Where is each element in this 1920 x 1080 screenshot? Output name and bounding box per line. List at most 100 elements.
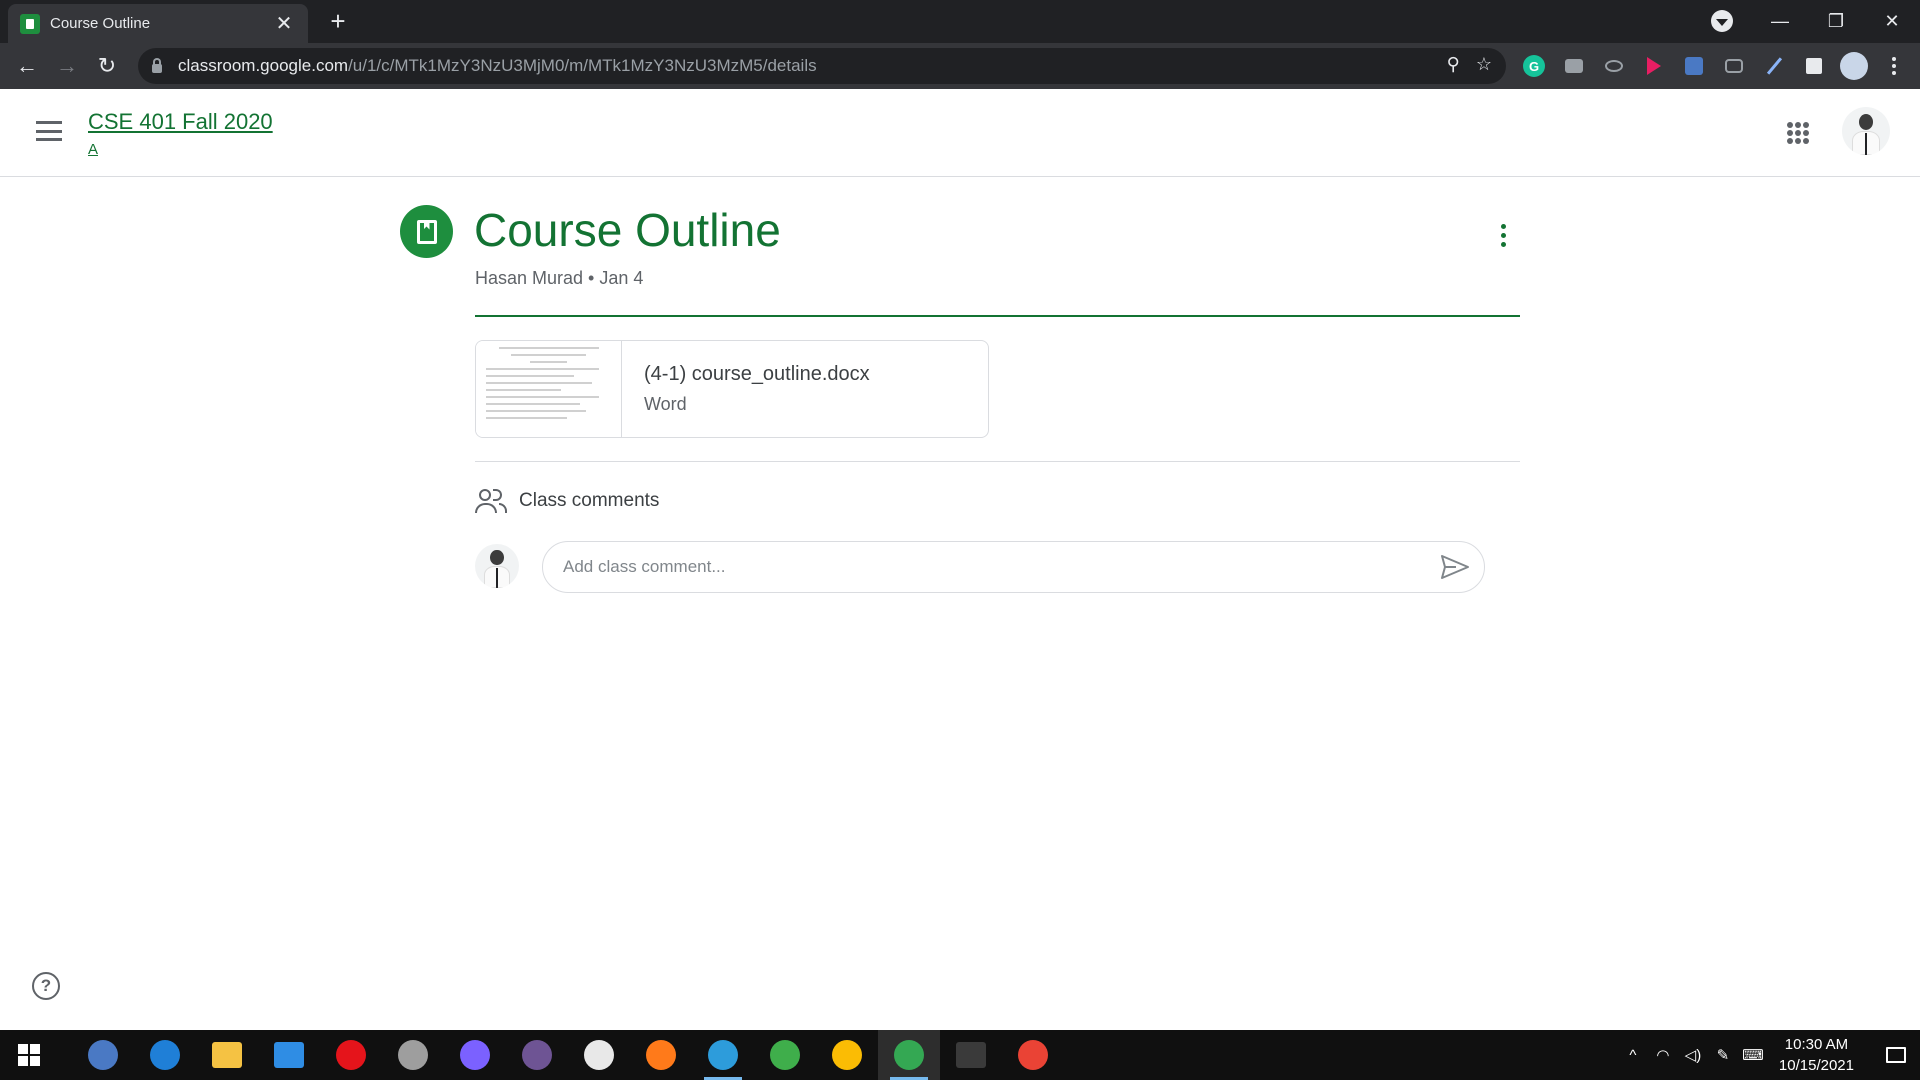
taskbar-app-chrome-1[interactable]	[816, 1030, 878, 1080]
windows-taskbar: ^ ◠ ◁) ✎ ⌨ 10:30 AM 10/15/2021	[0, 1030, 1920, 1080]
github-icon	[522, 1040, 552, 1070]
new-tab-button[interactable]: +	[322, 8, 354, 36]
tray-chevron-up-icon[interactable]: ^	[1619, 1047, 1647, 1064]
grammarly-extension-icon[interactable]: G	[1520, 52, 1548, 80]
link-extension-icon[interactable]	[1720, 52, 1748, 80]
class-comments-title: Class comments	[519, 490, 660, 511]
play-extension-icon[interactable]	[1640, 52, 1668, 80]
mail-icon	[274, 1042, 304, 1068]
taskbar-app-messenger[interactable]	[444, 1030, 506, 1080]
taskbar-app-qbittorrent[interactable]	[72, 1030, 134, 1080]
attachment-type: Word	[644, 394, 687, 414]
opera-icon	[336, 1040, 366, 1070]
comments-divider	[475, 461, 1520, 462]
vscode-icon	[708, 1040, 738, 1070]
zoom-icon[interactable]: ⚲	[1447, 54, 1460, 75]
taskbar-app-vscode[interactable]	[692, 1030, 754, 1080]
pinwheel-icon	[770, 1040, 800, 1070]
terminal-icon	[956, 1042, 986, 1068]
url-path: /u/1/c/MTk1MzY3NzU3MjM0/m/MTk1MzY3NzU3Mz…	[348, 56, 817, 75]
class-comments-header: Class comments	[475, 488, 659, 514]
attachment-card[interactable]: (4-1) course_outline.docx Word	[475, 340, 989, 438]
network-icon[interactable]: ◠	[1649, 1046, 1677, 1064]
profile-avatar-icon[interactable]	[1840, 52, 1868, 80]
taskbar-app-firefox[interactable]	[630, 1030, 692, 1080]
download-extension-icon[interactable]	[1680, 52, 1708, 80]
edge-icon	[150, 1040, 180, 1070]
bookmark-star-icon[interactable]: ☆	[1476, 54, 1492, 75]
classroom-favicon-icon	[20, 13, 40, 34]
people-icon	[475, 488, 507, 514]
taskbar-app-github[interactable]	[506, 1030, 568, 1080]
material-book-icon	[400, 205, 453, 258]
page-title: Course Outline	[474, 204, 781, 256]
taskbar-app-edge[interactable]	[134, 1030, 196, 1080]
window-controls: — ❐ ✕	[1752, 0, 1920, 43]
tab-title: Course Outline	[50, 15, 151, 32]
taskbar-app-opera[interactable]	[320, 1030, 382, 1080]
taskbar-app-chrome-3[interactable]	[1002, 1030, 1064, 1080]
system-tray: ^ ◠ ◁) ✎ ⌨ 10:30 AM 10/15/2021	[1617, 1030, 1920, 1080]
extensions-puzzle-icon[interactable]	[1800, 52, 1828, 80]
taskbar-app-satellite[interactable]	[382, 1030, 444, 1080]
paint-icon	[584, 1040, 614, 1070]
chrome-3-icon	[1018, 1040, 1048, 1070]
url-host: classroom.google.com	[178, 56, 349, 75]
attachment-name: (4-1) course_outline.docx	[644, 363, 870, 385]
browser-menu-icon[interactable]	[1880, 52, 1908, 80]
glasses-extension-icon[interactable]	[1600, 52, 1628, 80]
send-comment-icon[interactable]	[1440, 554, 1470, 580]
reload-button[interactable]: ↻	[92, 51, 122, 81]
keyboard-icon[interactable]: ⌨	[1739, 1046, 1767, 1064]
messenger-icon	[460, 1040, 490, 1070]
qbittorrent-icon	[88, 1040, 118, 1070]
chrome-2-icon	[894, 1040, 924, 1070]
post-author-date: Hasan Murad • Jan 4	[475, 268, 644, 288]
volume-icon[interactable]: ◁)	[1679, 1046, 1707, 1064]
taskbar-app-terminal[interactable]	[940, 1030, 1002, 1080]
lock-icon[interactable]	[152, 58, 162, 73]
browser-tab[interactable]: Course Outline ✕	[8, 4, 308, 43]
clock-time: 10:30 AM	[1784, 1036, 1849, 1053]
tab-search-icon[interactable]	[1711, 10, 1733, 32]
forward-button[interactable]: →	[52, 51, 82, 81]
taskbar-app-mail[interactable]	[258, 1030, 320, 1080]
class-comment-input[interactable]	[542, 541, 1485, 593]
help-icon[interactable]: ?	[32, 972, 60, 1000]
clock-date: 10/15/2021	[1778, 1057, 1854, 1074]
restore-button[interactable]: ❐	[1808, 2, 1864, 42]
class-section-link[interactable]: A	[88, 141, 98, 158]
extensions-row: G	[1520, 52, 1908, 80]
title-divider	[475, 315, 1520, 317]
firefox-icon	[646, 1040, 676, 1070]
camera-extension-icon[interactable]	[1560, 52, 1588, 80]
minimize-button[interactable]: —	[1752, 2, 1808, 42]
account-avatar[interactable]	[1842, 107, 1890, 155]
address-bar[interactable]: classroom.google.com/u/1/c/MTk1MzY3NzU3M…	[138, 48, 1506, 84]
browser-tab-strip: Course Outline ✕ + — ❐ ✕	[0, 0, 1920, 43]
chrome-1-icon	[832, 1040, 862, 1070]
browser-toolbar: ← → ↻ classroom.google.com/u/1/c/MTk1MzY…	[0, 43, 1920, 89]
taskbar-app-paint[interactable]	[568, 1030, 630, 1080]
clock[interactable]: 10:30 AM 10/15/2021	[1779, 1034, 1854, 1076]
document-thumbnail	[476, 341, 622, 437]
taskbar-app-chrome-2[interactable]	[878, 1030, 940, 1080]
tab-close-icon[interactable]: ✕	[272, 11, 296, 36]
back-button[interactable]: ←	[12, 51, 42, 81]
pen-extension-icon[interactable]	[1760, 52, 1788, 80]
close-window-button[interactable]: ✕	[1864, 2, 1920, 42]
pen-icon[interactable]: ✎	[1709, 1046, 1737, 1064]
taskbar-app-file-explorer[interactable]	[196, 1030, 258, 1080]
class-title-link[interactable]: CSE 401 Fall 2020	[88, 109, 273, 135]
taskbar-app-pinwheel[interactable]	[754, 1030, 816, 1080]
notification-center-icon[interactable]	[1872, 1030, 1920, 1080]
taskbar-apps	[72, 1030, 1064, 1080]
main-menu-icon[interactable]	[36, 121, 62, 141]
windows-start-icon[interactable]	[18, 1044, 40, 1066]
comment-avatar	[475, 544, 519, 588]
google-apps-icon[interactable]	[1787, 122, 1809, 144]
satellite-icon	[398, 1040, 428, 1070]
more-options-icon[interactable]	[1488, 220, 1518, 250]
classroom-header: CSE 401 Fall 2020 A	[0, 89, 1920, 177]
file-explorer-icon	[212, 1042, 242, 1068]
